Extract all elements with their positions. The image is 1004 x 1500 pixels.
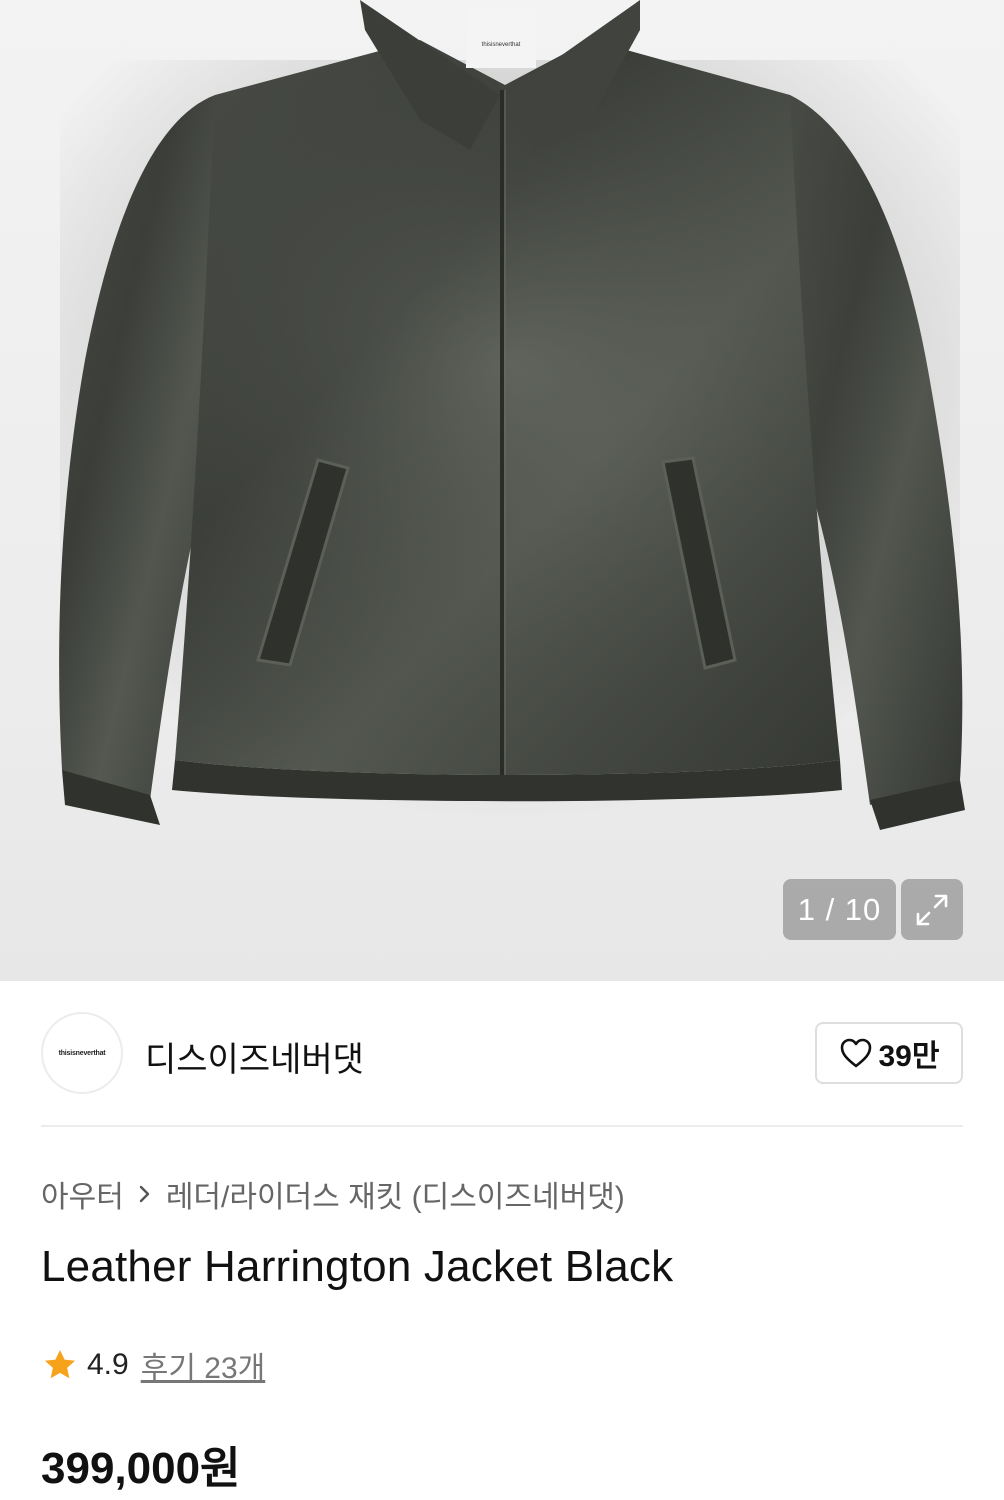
image-counter: 1 / 10 [783, 879, 896, 940]
like-button[interactable]: 39만 [815, 1022, 963, 1084]
product-image: thisisneverthat [59, 0, 965, 830]
heart-icon [840, 1038, 871, 1068]
brand-name[interactable]: 디스이즈네버댓 [145, 1032, 364, 1081]
product-price: 399,000원 [41, 1444, 241, 1493]
breadcrumb: 아우터 레더/라이더스 재킷 (디스이즈네버댓) [41, 1172, 625, 1216]
product-title: Leather Harrington Jacket Black [41, 1242, 674, 1291]
product-image-gallery[interactable]: thisisneverthat 1 / 10 [0, 0, 1004, 981]
breadcrumb-subcategory[interactable]: 레더/라이더스 재킷 (디스이즈네버댓) [166, 1172, 625, 1216]
star-icon [44, 1349, 76, 1379]
rating-row: 4.9 후기 23개 [41, 1343, 265, 1387]
brand-row[interactable]: thisisneverthat 디스이즈네버댓 39만 [41, 1012, 963, 1094]
expand-button[interactable] [901, 879, 963, 940]
like-count: 39만 [878, 1040, 940, 1073]
expand-icon [916, 894, 948, 925]
label-tag-text: thisisneverthat [482, 42, 521, 48]
divider [41, 1125, 963, 1127]
rating-value: 4.9 [87, 1348, 129, 1381]
reviews-link[interactable]: 후기 23개 [141, 1343, 266, 1387]
brand-logo[interactable]: thisisneverthat [41, 1012, 123, 1094]
breadcrumb-category[interactable]: 아우터 [41, 1172, 124, 1216]
chevron-right-icon [136, 1182, 154, 1206]
